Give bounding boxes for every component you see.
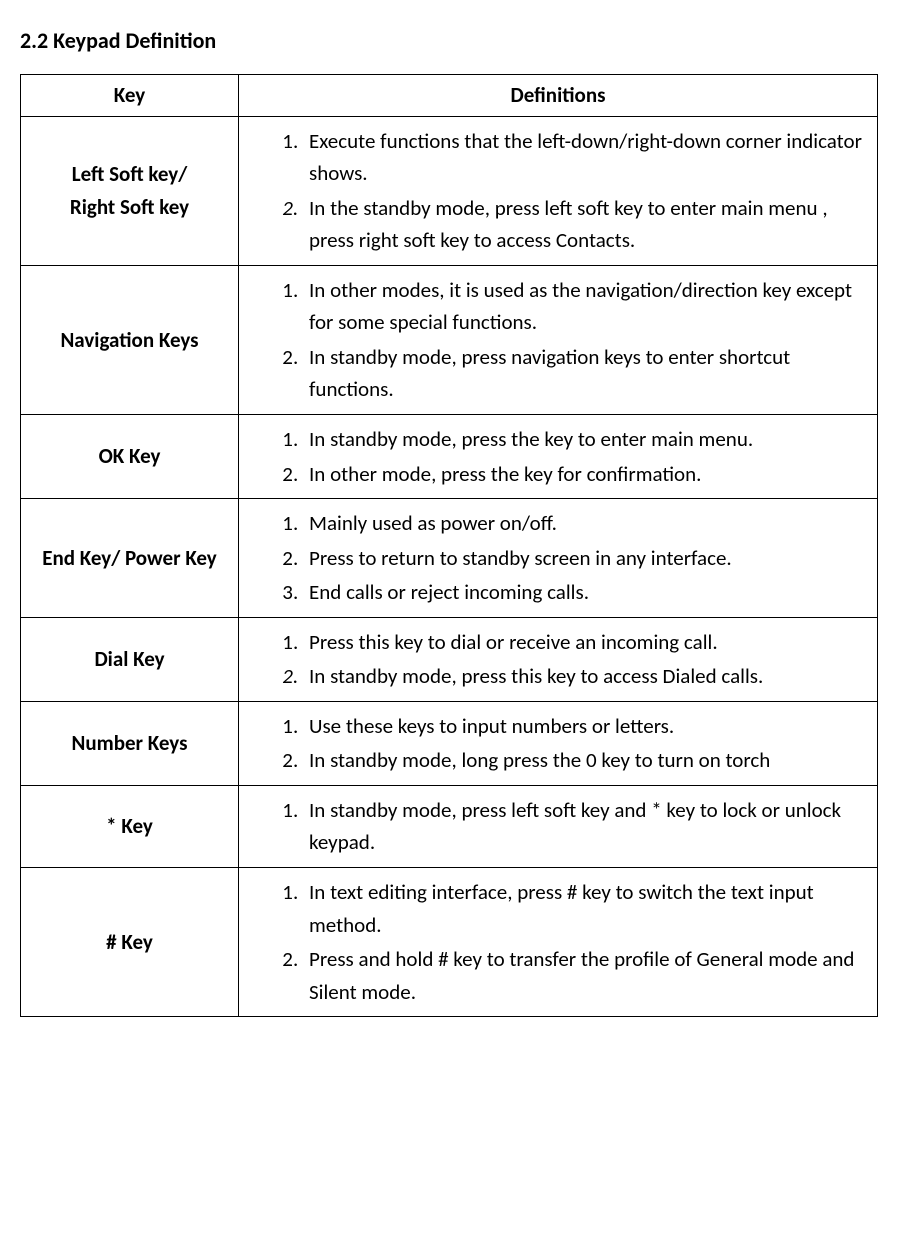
definition-list: In standby mode, press the key to enter … — [245, 423, 871, 490]
key-cell: Number Keys — [21, 701, 239, 785]
definition-item: Mainly used as power on/off. — [303, 507, 871, 540]
table-row: * Key In standby mode, press left soft ke… — [21, 785, 878, 867]
definition-item: Use these keys to input numbers or lette… — [303, 710, 871, 743]
key-label-line: Left Soft key/ — [27, 158, 232, 191]
key-cell: End Key/ Power Key — [21, 499, 239, 618]
definition-item: Press to return to standby screen in any… — [303, 542, 871, 575]
definition-item: In other mode, press the key for confirm… — [303, 458, 871, 491]
key-cell: * Key — [21, 785, 239, 867]
table-row: End Key/ Power Key Mainly used as power o… — [21, 499, 878, 618]
keypad-definition-table: Key Definitions Left Soft key/Right Soft… — [20, 74, 878, 1017]
definition-item: End calls or reject incoming calls. — [303, 576, 871, 609]
table-row: OK Key In standby mode, press the key to … — [21, 415, 878, 499]
definition-list: Execute functions that the left-down/rig… — [245, 125, 871, 257]
definition-cell: In standby mode, press the key to enter … — [239, 415, 878, 499]
definition-item: In text editing interface, press # key t… — [303, 876, 871, 941]
key-cell: # Key — [21, 868, 239, 1017]
key-label-line: # Key — [27, 926, 232, 959]
definition-item: Press and hold # key to transfer the pro… — [303, 943, 871, 1008]
header-key: Key — [21, 75, 239, 117]
key-cell: Navigation Keys — [21, 265, 239, 414]
definition-item: In standby mode, press the key to enter … — [303, 423, 871, 456]
definition-cell: In other modes, it is used as the naviga… — [239, 265, 878, 414]
definition-item: In other modes, it is used as the naviga… — [303, 274, 871, 339]
definition-cell: Mainly used as power on/off.Press to ret… — [239, 499, 878, 618]
key-label-line: * Key — [27, 810, 232, 843]
definition-item: In standby mode, press navigation keys t… — [303, 341, 871, 406]
table-row: Navigation Keys In other modes, it is use… — [21, 265, 878, 414]
key-label-line: Number Keys — [27, 727, 232, 760]
definition-list: Use these keys to input numbers or lette… — [245, 710, 871, 777]
definition-list: In standby mode, press left soft key and… — [245, 794, 871, 859]
table-row: Left Soft key/Right Soft key Execute func… — [21, 116, 878, 265]
definition-cell: In text editing interface, press # key t… — [239, 868, 878, 1017]
table-body: Left Soft key/Right Soft key Execute func… — [21, 116, 878, 1017]
definition-list: In text editing interface, press # key t… — [245, 876, 871, 1008]
table-row: Dial Key Press this key to dial or receiv… — [21, 617, 878, 701]
key-cell: OK Key — [21, 415, 239, 499]
definition-list: Mainly used as power on/off.Press to ret… — [245, 507, 871, 609]
definition-list: In other modes, it is used as the naviga… — [245, 274, 871, 406]
key-label-line: Dial Key — [27, 643, 232, 676]
key-label-line: OK Key — [27, 440, 232, 473]
definition-cell: Use these keys to input numbers or lette… — [239, 701, 878, 785]
section-title: 2.2 Keypad Definition — [20, 24, 878, 58]
definition-list: Press this key to dial or receive an inc… — [245, 626, 871, 693]
table-header-row: Key Definitions — [21, 75, 878, 117]
key-label-line: Navigation Keys — [27, 324, 232, 357]
definition-item: In standby mode, press this key to acces… — [303, 660, 871, 693]
header-definitions: Definitions — [239, 75, 878, 117]
definition-cell: Press this key to dial or receive an inc… — [239, 617, 878, 701]
definition-item: Press this key to dial or receive an inc… — [303, 626, 871, 659]
key-label-line: Right Soft key — [27, 191, 232, 224]
key-cell: Dial Key — [21, 617, 239, 701]
definition-item: In standby mode, press left soft key and… — [303, 794, 871, 859]
table-row: Number Keys Use these keys to input numbe… — [21, 701, 878, 785]
definition-cell: In standby mode, press left soft key and… — [239, 785, 878, 867]
definition-item: Execute functions that the left-down/rig… — [303, 125, 871, 190]
table-row: # Key In text editing interface, press # … — [21, 868, 878, 1017]
key-cell: Left Soft key/Right Soft key — [21, 116, 239, 265]
definition-cell: Execute functions that the left-down/rig… — [239, 116, 878, 265]
key-label-line: End Key/ Power Key — [27, 542, 232, 575]
definition-item: In standby mode, long press the 0 key to… — [303, 744, 871, 777]
definition-item: In the standby mode, press left soft key… — [303, 192, 871, 257]
